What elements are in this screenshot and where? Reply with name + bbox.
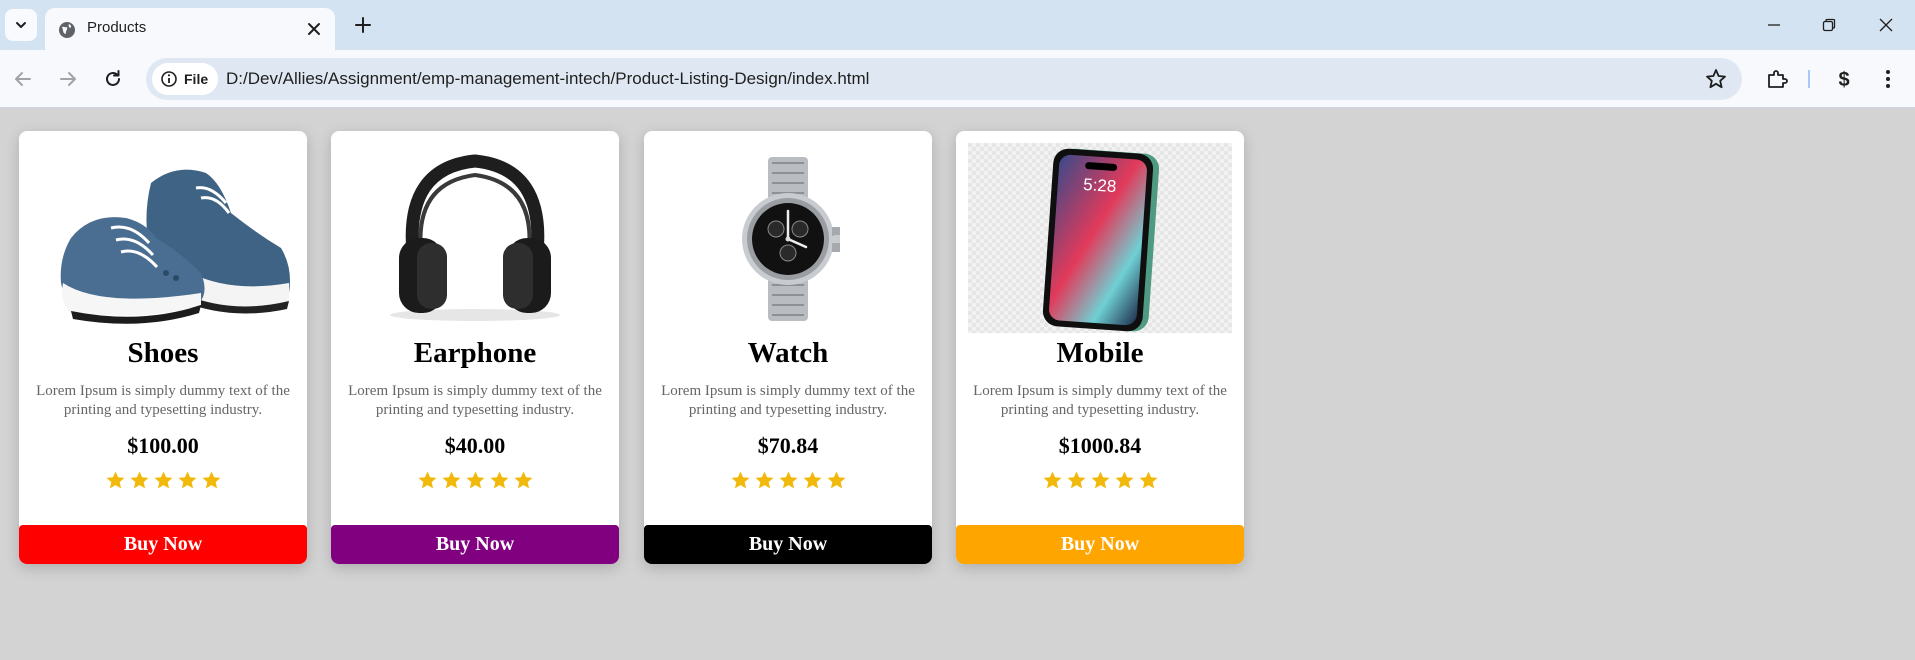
star-icon (130, 471, 148, 489)
back-button[interactable] (9, 65, 37, 93)
file-chip-label: File (184, 71, 209, 87)
buy-now-button[interactable]: Buy Now (19, 525, 307, 564)
tab-strip: Products (0, 0, 1915, 50)
product-description: Lorem Ipsum is simply dummy text of the … (36, 383, 290, 418)
product-price: $40.00 (444, 433, 506, 458)
bookmark-star-icon[interactable] (1704, 67, 1728, 91)
rating-stars (644, 470, 932, 491)
star-icon (1091, 471, 1109, 489)
headphones-image (343, 143, 607, 333)
product-description: Lorem Ipsum is simply dummy text of the … (973, 383, 1227, 418)
product-name: Watch (747, 337, 829, 369)
product-name: Earphone (413, 337, 537, 369)
star-icon (442, 471, 460, 489)
rating-stars (19, 470, 307, 491)
close-window-button[interactable] (1873, 12, 1899, 38)
product-description: Lorem Ipsum is simply dummy text of the … (348, 383, 602, 418)
shoes-image (31, 143, 295, 333)
site-info-chip[interactable]: File (152, 63, 219, 95)
arrow-right-icon (60, 72, 76, 86)
info-icon (161, 71, 177, 87)
minimize-icon (1768, 24, 1780, 26)
star-icon (803, 471, 821, 489)
tab-title: Products (87, 19, 147, 36)
tab-search-button[interactable] (5, 9, 37, 41)
product-card-watch: Watch Lorem Ipsum is simply dummy text o… (644, 131, 932, 564)
star-icon (1043, 471, 1061, 489)
star-icon (466, 471, 484, 489)
new-tab-plus-icon[interactable] (351, 13, 375, 37)
restore-button[interactable] (1816, 12, 1842, 38)
star-icon (1067, 471, 1085, 489)
menu-button[interactable] (1874, 65, 1902, 93)
minimize-button[interactable] (1761, 12, 1787, 38)
star-icon (178, 471, 196, 489)
star-icon (1139, 471, 1157, 489)
star-icon (755, 471, 773, 489)
svg-text:5:28: 5:28 (1083, 175, 1117, 196)
buy-now-button[interactable]: Buy Now (644, 525, 932, 564)
product-card-earphone: Earphone Lorem Ipsum is simply dummy tex… (331, 131, 619, 564)
product-card-mobile: 5:28 Mobile Lorem Ipsum is simply dummy … (956, 131, 1244, 564)
address-bar[interactable]: File D:/Dev/Allies/Assignment/emp-manage… (146, 58, 1742, 100)
reload-button[interactable] (99, 65, 127, 93)
star-icon (418, 471, 436, 489)
star-icon (490, 471, 508, 489)
product-description: Lorem Ipsum is simply dummy text of the … (661, 383, 915, 418)
product-name: Shoes (127, 337, 199, 369)
star-icon (106, 471, 124, 489)
url-text[interactable]: D:/Dev/Allies/Assignment/emp-management-… (226, 69, 869, 89)
forward-button[interactable] (54, 65, 82, 93)
globe-icon (59, 22, 75, 38)
star-icon (779, 471, 797, 489)
arrow-left-icon (15, 72, 31, 86)
close-window-icon (1879, 18, 1893, 32)
buy-now-button[interactable]: Buy Now (956, 525, 1244, 564)
product-price: $100.00 (127, 433, 199, 458)
dollar-extension-button[interactable]: $ (1830, 65, 1858, 93)
product-price: $70.84 (757, 433, 819, 458)
product-price: $1000.84 (1058, 433, 1142, 458)
star-icon (514, 471, 532, 489)
restore-icon (1822, 18, 1836, 32)
star-icon (154, 471, 172, 489)
phone-image: 5:28 (968, 143, 1232, 333)
star-icon (731, 471, 749, 489)
rating-stars (956, 470, 1244, 491)
watch-image (656, 143, 920, 333)
star-icon (827, 471, 845, 489)
chevron-down-icon (16, 22, 26, 28)
active-tab[interactable]: Products (45, 8, 335, 50)
toolbar-divider (1808, 70, 1810, 88)
product-card-shoes: Shoes Lorem Ipsum is simply dummy text o… (19, 131, 307, 564)
reload-icon (106, 70, 120, 86)
puzzle-icon (1768, 70, 1788, 88)
star-icon (1115, 471, 1133, 489)
kebab-menu-icon (1886, 70, 1890, 88)
product-name: Mobile (1056, 337, 1144, 369)
buy-now-button[interactable]: Buy Now (331, 525, 619, 564)
rating-stars (331, 470, 619, 491)
dollar-icon: $ (1838, 69, 1849, 90)
browser-toolbar: File D:/Dev/Allies/Assignment/emp-manage… (0, 50, 1915, 108)
page-viewport: Shoes Lorem Ipsum is simply dummy text o… (0, 108, 1915, 660)
close-icon[interactable] (305, 20, 323, 38)
star-icon (202, 471, 220, 489)
extensions-button[interactable] (1763, 65, 1791, 93)
svg-text:$: $ (1838, 69, 1849, 90)
